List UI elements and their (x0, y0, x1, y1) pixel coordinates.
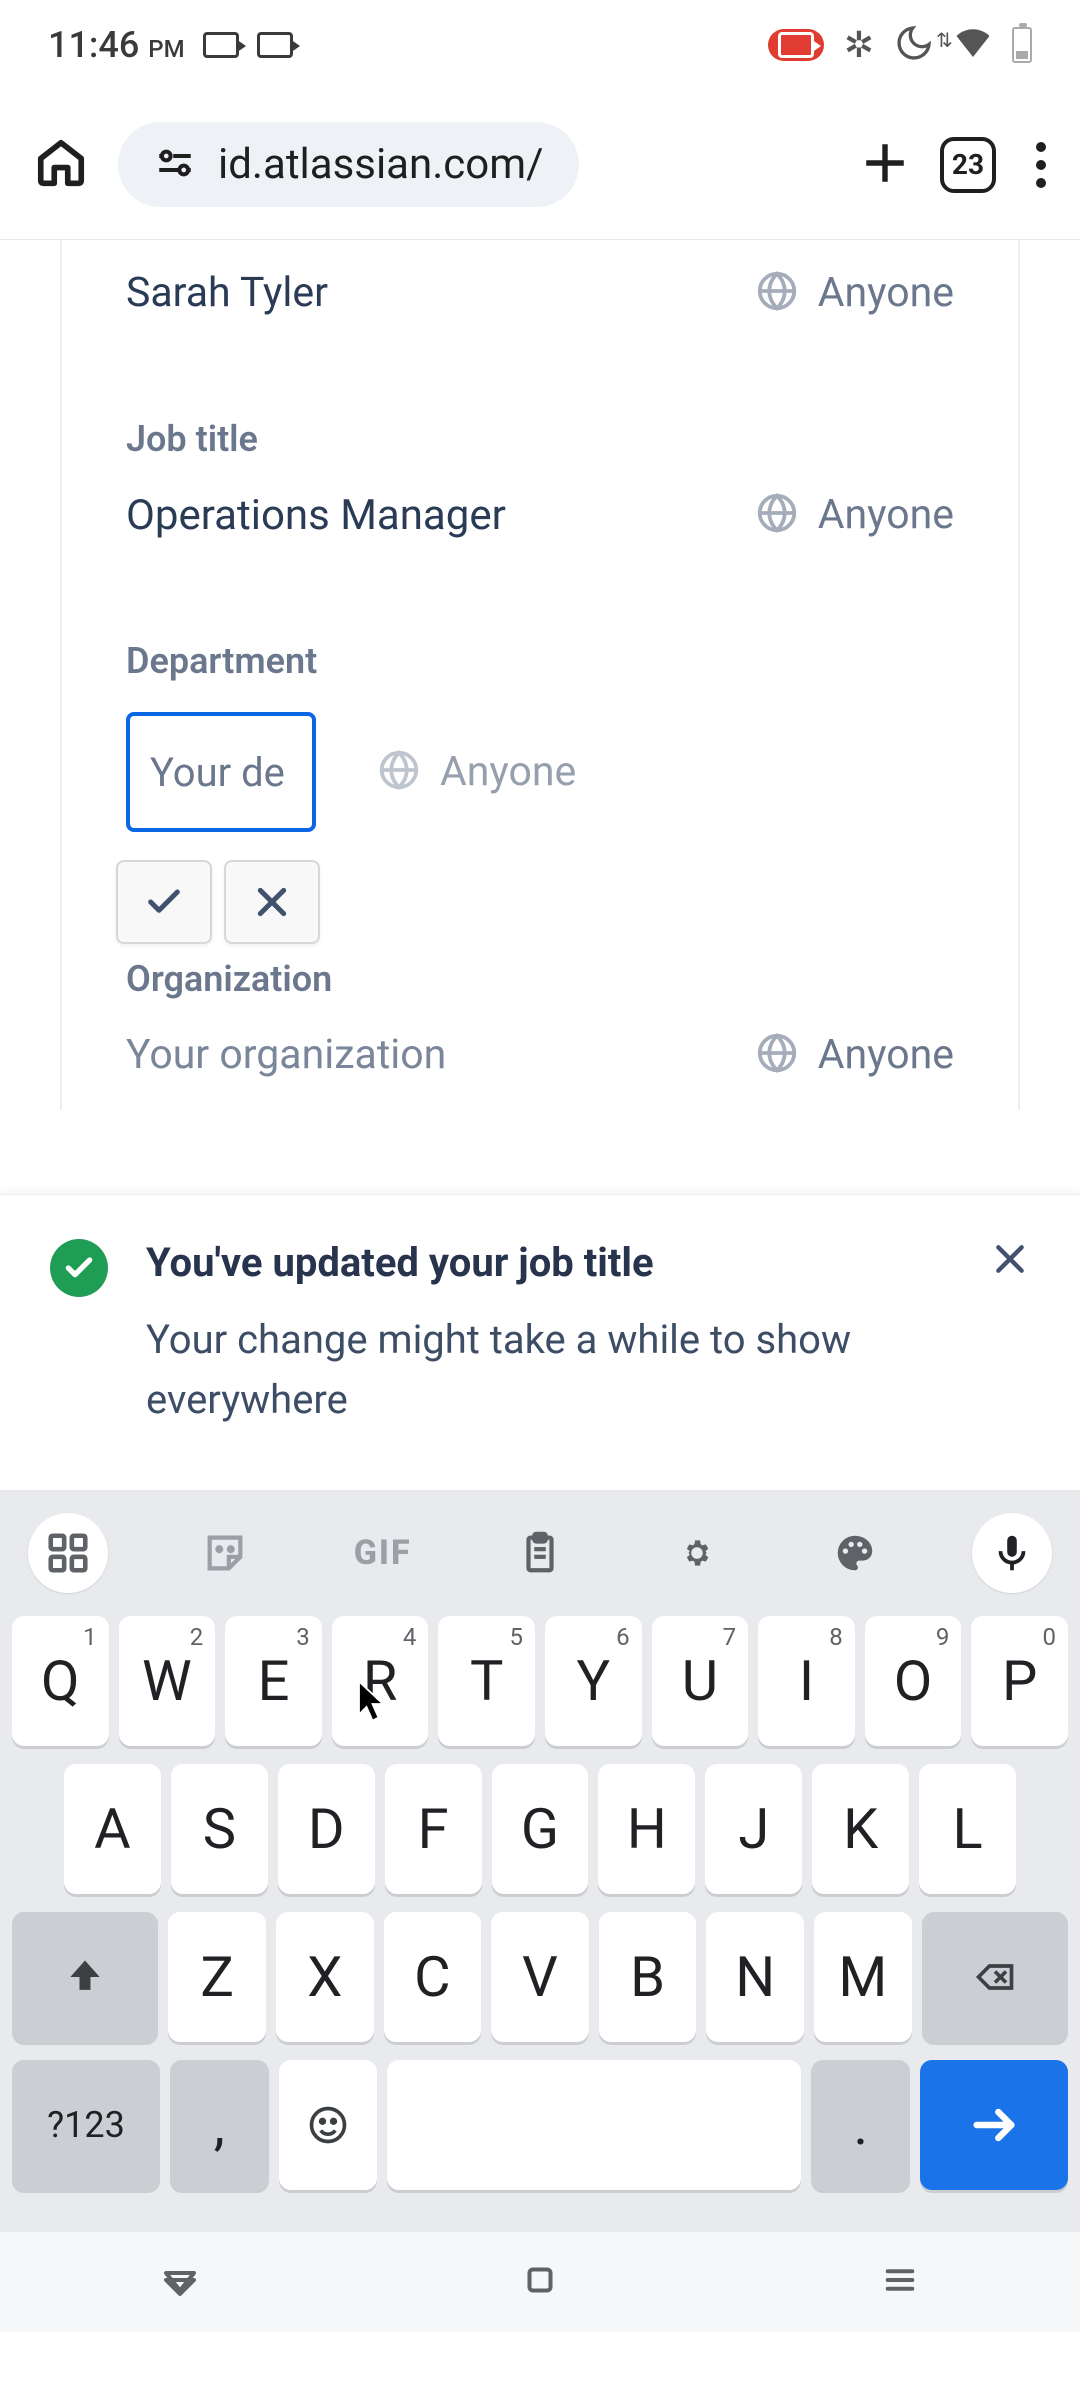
tab-switcher-button[interactable]: 23 (940, 137, 996, 193)
key-z[interactable]: Z (168, 1912, 266, 2042)
globe-icon (754, 268, 800, 318)
organization-value[interactable]: Your organization (126, 1031, 754, 1079)
job-title-value[interactable]: Operations Manager (126, 491, 754, 540)
kb-theme-button[interactable] (815, 1513, 895, 1593)
toast-message: Your change might take a while to show e… (146, 1310, 952, 1430)
camera-icon (203, 32, 239, 58)
toast-close-button[interactable] (990, 1239, 1030, 1430)
key-r[interactable]: R4 (332, 1616, 429, 1746)
key-shift[interactable] (12, 1912, 158, 2042)
kb-apps-button[interactable] (28, 1513, 108, 1593)
on-screen-keyboard: GIF Q1W2E3R4T5Y6U7I8O9P0 ASDFGHJKL ZXCVB… (0, 1490, 1080, 2232)
key-period[interactable]: . (811, 2060, 910, 2190)
key-l[interactable]: L (919, 1764, 1016, 1894)
kb-sticker-button[interactable] (185, 1513, 265, 1593)
key-u[interactable]: U7 (652, 1616, 749, 1746)
key-d[interactable]: D (278, 1764, 375, 1894)
key-j[interactable]: J (705, 1764, 802, 1894)
key-f[interactable]: F (385, 1764, 482, 1894)
key-y[interactable]: Y6 (545, 1616, 642, 1746)
key-k[interactable]: K (812, 1764, 909, 1894)
profile-name-value[interactable]: Sarah Tyler (126, 269, 754, 317)
key-t[interactable]: T5 (438, 1616, 535, 1746)
key-emoji[interactable] (279, 2060, 378, 2190)
new-tab-button[interactable] (860, 138, 910, 192)
key-numbers[interactable]: ?123 (12, 2060, 160, 2190)
dnd-icon (894, 23, 934, 67)
kb-clipboard-button[interactable] (500, 1513, 580, 1593)
cancel-button[interactable] (224, 860, 320, 944)
status-bar: 11:46 PM ✲ ⇅ (0, 0, 1080, 90)
key-q[interactable]: Q1 (12, 1616, 109, 1746)
globe-icon (754, 1030, 800, 1080)
nav-back-button[interactable] (159, 2259, 201, 2305)
department-label: Department (126, 640, 954, 682)
status-time: 11:46 PM (48, 24, 185, 66)
url-bar[interactable]: id.atlassian.com/ (118, 122, 579, 207)
key-backspace[interactable] (922, 1912, 1068, 2042)
key-m[interactable]: M (814, 1912, 912, 2042)
kb-gif-button[interactable]: GIF (343, 1513, 423, 1593)
url-text: id.atlassian.com/ (218, 140, 543, 189)
visibility-anyone[interactable]: Anyone (754, 1030, 954, 1080)
key-space[interactable] (387, 2060, 801, 2190)
key-a[interactable]: A (64, 1764, 161, 1894)
globe-icon (376, 747, 422, 797)
key-h[interactable]: H (598, 1764, 695, 1894)
key-comma[interactable]: , (170, 2060, 269, 2190)
success-toast: You've updated your job title Your chang… (0, 1194, 1080, 1490)
visibility-anyone[interactable]: Anyone (754, 490, 954, 540)
battery-icon (1012, 27, 1032, 63)
key-p[interactable]: P0 (971, 1616, 1068, 1746)
wifi-icon: ⇅ (954, 24, 992, 66)
key-x[interactable]: X (276, 1912, 374, 2042)
visibility-anyone[interactable]: Anyone (754, 268, 954, 318)
bluetooth-icon: ✲ (844, 24, 874, 66)
nav-home-button[interactable] (519, 2259, 561, 2305)
success-check-icon (50, 1239, 108, 1297)
key-n[interactable]: N (706, 1912, 804, 2042)
android-nav-bar (0, 2232, 1080, 2332)
visibility-anyone[interactable]: Anyone (376, 747, 576, 797)
job-title-label: Job title (126, 418, 954, 460)
organization-label: Organization (126, 958, 954, 1000)
key-g[interactable]: G (492, 1764, 589, 1894)
key-enter[interactable] (920, 2060, 1068, 2190)
key-o[interactable]: O9 (865, 1616, 962, 1746)
key-i[interactable]: I8 (758, 1616, 855, 1746)
site-settings-icon[interactable] (154, 142, 196, 188)
globe-icon (754, 490, 800, 540)
home-icon[interactable] (34, 136, 88, 194)
recording-badge (768, 29, 824, 61)
nav-recents-button[interactable] (879, 2259, 921, 2305)
kb-mic-button[interactable] (972, 1513, 1052, 1593)
key-s[interactable]: S (171, 1764, 268, 1894)
browser-bar: id.atlassian.com/ 23 (0, 90, 1080, 240)
key-e[interactable]: E3 (225, 1616, 322, 1746)
key-v[interactable]: V (491, 1912, 589, 2042)
camera-icon (257, 32, 293, 58)
key-w[interactable]: W2 (119, 1616, 216, 1746)
key-b[interactable]: B (599, 1912, 697, 2042)
key-c[interactable]: C (384, 1912, 482, 2042)
kb-settings-button[interactable] (657, 1513, 737, 1593)
overflow-menu-button[interactable] (1036, 142, 1046, 188)
confirm-button[interactable] (116, 860, 212, 944)
department-input[interactable]: Your de (126, 712, 316, 832)
toast-title: You've updated your job title (146, 1239, 952, 1286)
